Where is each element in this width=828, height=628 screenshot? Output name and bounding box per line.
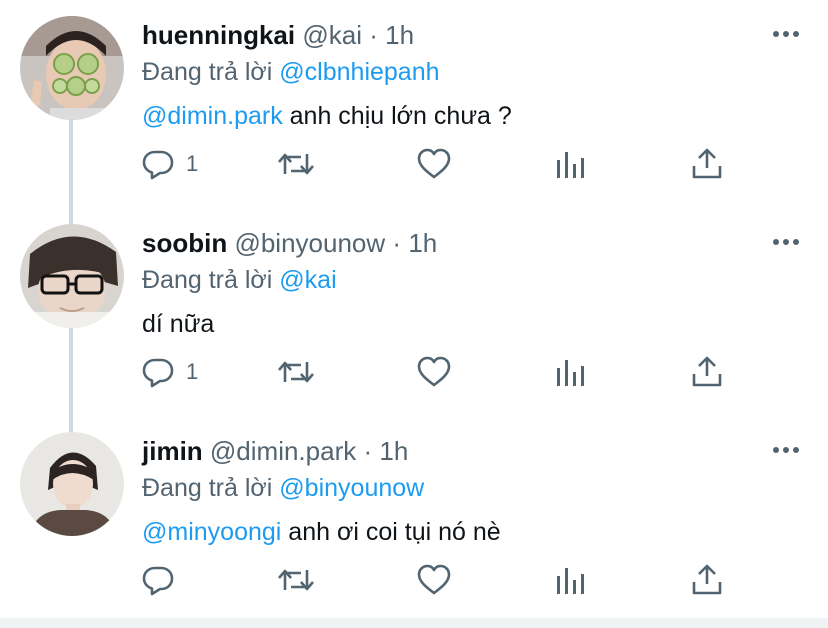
like-button[interactable] xyxy=(416,142,452,186)
tweet-item[interactable]: huenningkai @kai · 1h Đang trả lời @clbn… xyxy=(0,0,828,208)
avatar-photo-portrait xyxy=(20,432,124,536)
tweet-item[interactable]: jimin @dimin.park · 1h Đang trả lời @bin… xyxy=(0,416,828,624)
retweet-button[interactable] xyxy=(276,558,316,602)
avatar-photo-glasses xyxy=(20,224,124,328)
like-button[interactable] xyxy=(416,350,452,394)
heart-icon xyxy=(417,356,451,387)
tweet-header: huenningkai @kai · 1h xyxy=(142,18,414,52)
more-options-button[interactable] xyxy=(770,232,802,252)
replying-to-line: Đang trả lời @binyounow xyxy=(142,471,424,505)
action-bar: 1 xyxy=(0,142,828,186)
user-handle[interactable]: @binyounow xyxy=(234,228,385,258)
replying-to-label: Đang trả lời xyxy=(142,474,273,502)
analytics-button[interactable] xyxy=(554,142,586,186)
replying-to-mention[interactable]: @clbnhiepanh xyxy=(279,58,439,86)
replying-to-mention[interactable]: @binyounow xyxy=(279,474,424,502)
share-upload-icon xyxy=(692,564,722,595)
tweet-text: @minyoongi anh ơi coi tụi nó nè xyxy=(142,515,501,549)
text-body: dí nữa xyxy=(142,310,215,338)
replying-to-label: Đang trả lời xyxy=(142,58,273,86)
retweet-icon xyxy=(278,361,314,383)
action-bar: 1 xyxy=(0,350,828,394)
replying-to-line: Đang trả lời @clbnhiepanh xyxy=(142,55,440,89)
text-body: anh chịu lớn chưa ? xyxy=(282,102,512,130)
display-name[interactable]: soobin xyxy=(142,228,227,258)
tweet-item[interactable]: soobin @binyounow · 1h Đang trả lời @kai… xyxy=(0,208,828,416)
avatar[interactable] xyxy=(20,224,124,328)
retweet-icon xyxy=(278,153,314,175)
like-button[interactable] xyxy=(416,558,452,602)
analytics-button[interactable] xyxy=(554,350,586,394)
more-dots-icon xyxy=(773,239,799,245)
bottom-divider xyxy=(0,618,828,628)
more-dots-icon xyxy=(773,31,799,37)
action-bar xyxy=(0,558,828,602)
separator-dot: · xyxy=(392,228,402,258)
retweet-button[interactable] xyxy=(276,350,316,394)
text-body: anh ơi coi tụi nó nè xyxy=(281,518,501,546)
tweet-text: dí nữa xyxy=(142,307,214,341)
tweet-header: soobin @binyounow · 1h xyxy=(142,226,437,260)
display-name[interactable]: huenningkai xyxy=(142,20,295,50)
text-mention[interactable]: @minyoongi xyxy=(142,518,281,546)
reply-button[interactable]: 1 xyxy=(140,142,198,186)
avatar[interactable] xyxy=(20,16,124,120)
reply-bubble-icon xyxy=(142,150,174,180)
tweet-text: @dimin.park anh chịu lớn chưa ? xyxy=(142,99,512,133)
replying-to-mention[interactable]: @kai xyxy=(279,266,336,294)
user-handle[interactable]: @kai xyxy=(302,20,362,50)
avatar[interactable] xyxy=(20,432,124,536)
separator-dot: · xyxy=(363,436,373,466)
share-button[interactable] xyxy=(690,142,724,186)
share-upload-icon xyxy=(692,356,722,387)
timestamp[interactable]: 1h xyxy=(408,228,437,258)
share-button[interactable] xyxy=(690,558,724,602)
more-dots-icon xyxy=(773,447,799,453)
avatar-photo-face-mask xyxy=(20,16,124,120)
user-handle[interactable]: @dimin.park xyxy=(210,436,356,466)
replying-to-label: Đang trả lời xyxy=(142,266,273,294)
heart-icon xyxy=(417,148,451,179)
more-options-button[interactable] xyxy=(770,440,802,460)
replying-to-line: Đang trả lời @kai xyxy=(142,263,337,297)
more-options-button[interactable] xyxy=(770,24,802,44)
separator-dot: · xyxy=(369,20,378,50)
timestamp[interactable]: 1h xyxy=(379,436,408,466)
share-upload-icon xyxy=(692,148,722,179)
share-button[interactable] xyxy=(690,350,724,394)
analytics-button[interactable] xyxy=(554,558,586,602)
retweet-button[interactable] xyxy=(276,142,316,186)
display-name[interactable]: jimin xyxy=(142,436,203,466)
reply-count: 1 xyxy=(186,359,199,384)
reply-bubble-icon xyxy=(142,566,174,596)
heart-icon xyxy=(417,564,451,595)
reply-bubble-icon xyxy=(142,358,174,388)
analytics-bars-icon xyxy=(557,152,584,178)
retweet-icon xyxy=(278,569,314,591)
timestamp[interactable]: 1h xyxy=(385,20,414,50)
reply-button[interactable]: 1 xyxy=(140,350,198,394)
reply-count: 1 xyxy=(186,151,199,176)
analytics-bars-icon xyxy=(557,568,584,594)
text-mention[interactable]: @dimin.park xyxy=(142,102,283,130)
analytics-bars-icon xyxy=(557,360,584,386)
tweet-header: jimin @dimin.park · 1h xyxy=(142,434,408,468)
reply-button[interactable] xyxy=(140,558,176,602)
